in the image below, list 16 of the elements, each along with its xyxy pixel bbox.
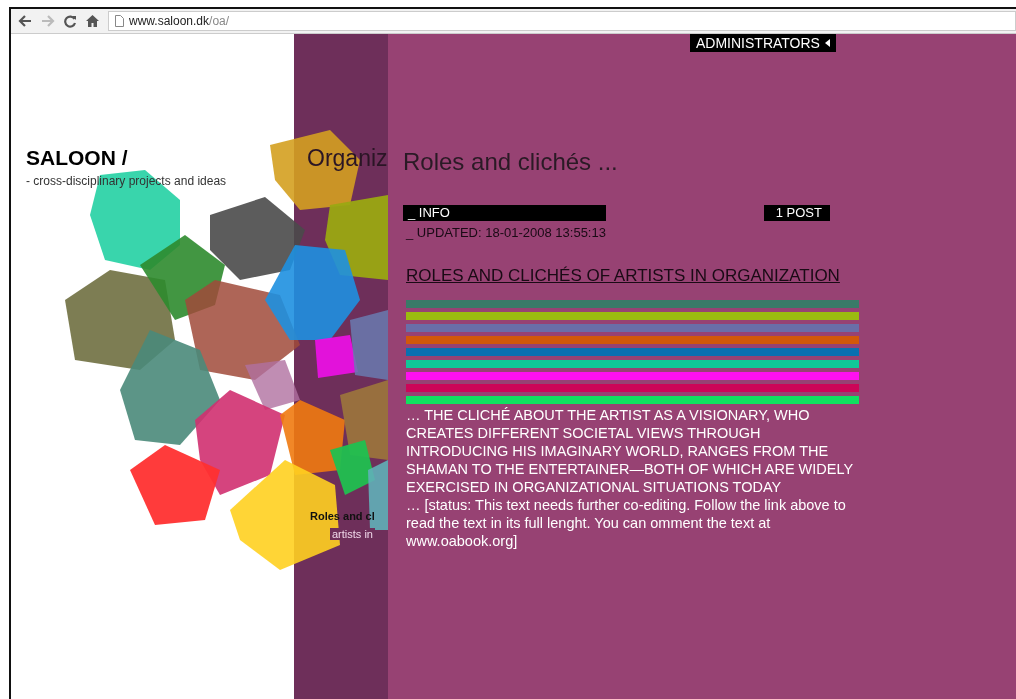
home-icon[interactable] xyxy=(86,15,99,27)
info-label: _ INFO xyxy=(403,205,606,221)
back-icon[interactable] xyxy=(18,15,32,27)
address-bar[interactable]: www.saloon.dk/oa/ xyxy=(108,11,1016,31)
article-excerpt: … THE CLICHÉ ABOUT THE ARTIST AS A VISIONARY, WHO CREATES DIFFERENT SOCIETAL VIEWS THROUGH INTRODUCING HIS IMAGINARY WORLD, RANGES FROM THE SHAMAN TO THE ENTERTAINER—BOTH OF WHICH ARE WIDELY EXERCISED IN ORGANIZATIONAL SITUATIONS TODAY xyxy=(406,406,854,496)
reload-icon[interactable] xyxy=(64,14,77,28)
administrators-tab[interactable]: ADMINISTRATORS xyxy=(690,34,836,52)
page-icon xyxy=(115,15,124,27)
post-subtitle: artists in xyxy=(330,528,375,540)
caret-icon xyxy=(824,39,830,47)
updated-timestamp: _ UPDATED: 18-01-2008 13:55:13 xyxy=(404,225,607,240)
status-note: … [status: This text needs further co-editing. Follow the link above to read the text in its full lenght. You can omment the text at www.oabook.org] xyxy=(406,496,847,550)
url-text: www.saloon.dk/oa/ xyxy=(129,14,230,28)
post-count: 1 POST xyxy=(763,205,830,221)
site-title[interactable]: SALOON / xyxy=(26,146,294,170)
post-heading: Roles and clichés ... xyxy=(403,148,619,176)
